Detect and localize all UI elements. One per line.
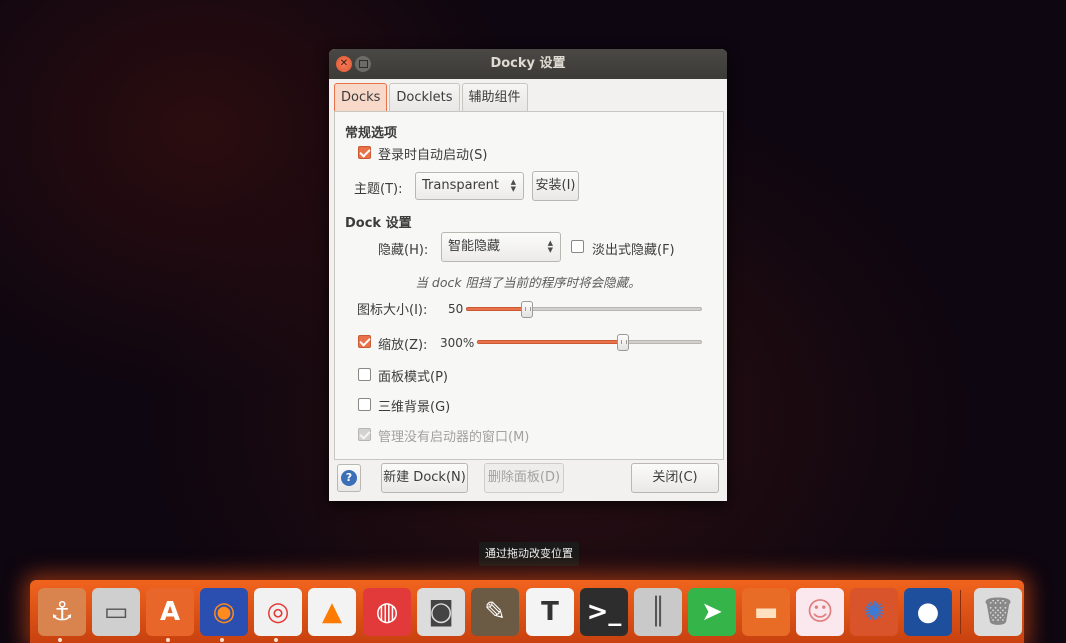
zoom-slider-handle[interactable] — [617, 334, 629, 351]
docky-dock: ⚓ ▭ A ◉ ◎ ▲ ◍ ◙ ✎ T >_ ║ ➤ ▬ ☺ ✺ ● 🗑 — [30, 580, 1024, 643]
select-arrows-icon: ▲ ▼ — [510, 178, 516, 193]
dock-vlc-icon[interactable]: ▲ — [308, 588, 356, 636]
theme-select[interactable]: Transparent ▲ ▼ — [415, 172, 524, 200]
running-indicator — [166, 638, 170, 642]
title-bar[interactable]: ✕ Docky 设置 — [329, 49, 727, 79]
3d-background-label[interactable]: 三维背景(G) — [378, 396, 450, 415]
tab-docklets[interactable]: Docklets — [389, 83, 460, 111]
hide-mode-select[interactable]: 智能隐藏 ▲ ▼ — [441, 232, 561, 262]
icon-size-slider-fill — [466, 307, 527, 311]
select-arrows-icon: ▲ ▼ — [547, 239, 553, 254]
hide-mode-select-value: 智能隐藏 — [448, 239, 501, 254]
dock-software-center-icon[interactable]: A — [146, 588, 194, 636]
dock-camera-icon[interactable]: ◙ — [417, 588, 465, 636]
dock-send-app-icon[interactable]: ➤ — [688, 588, 736, 636]
dock-folder-icon[interactable]: ▬ — [742, 588, 790, 636]
manage-windows-checkbox — [358, 428, 371, 441]
fade-hide-label[interactable]: 淡出式隐藏(F) — [592, 239, 675, 258]
new-dock-button[interactable]: 新建 Dock(N) — [381, 463, 468, 493]
dock-settings-heading: Dock 设置 — [345, 216, 412, 231]
fade-hide-checkbox[interactable] — [571, 240, 584, 253]
panel-mode-checkbox[interactable] — [358, 368, 371, 381]
dock-terminal-icon[interactable]: >_ — [580, 588, 628, 636]
dock-file-cabinet-icon[interactable]: ▭ — [92, 588, 140, 636]
dock-text-editor-icon[interactable]: T — [526, 588, 574, 636]
dock-firefox-icon[interactable]: ◉ — [200, 588, 248, 636]
3d-background-checkbox[interactable] — [358, 398, 371, 411]
dock-anime-avatar-icon[interactable]: ☺ — [796, 588, 844, 636]
hide-label: 隐藏(H): — [378, 243, 429, 258]
tab-bar: Docks Docklets 辅助组件 — [334, 83, 528, 112]
theme-select-value: Transparent — [422, 178, 499, 193]
dock-gimp-icon[interactable]: ✎ — [471, 588, 519, 636]
dock-shutter-icon[interactable]: ✺ — [850, 588, 898, 636]
dock-chrome-icon[interactable]: ◎ — [254, 588, 302, 636]
icon-size-label: 图标大小(I): — [357, 303, 428, 318]
icon-size-slider-handle[interactable] — [521, 301, 533, 318]
autostart-label[interactable]: 登录时自动启动(S) — [378, 144, 487, 163]
panel-mode-label[interactable]: 面板模式(P) — [378, 366, 448, 385]
drag-tooltip: 通过拖动改变位置 — [479, 542, 579, 566]
install-button[interactable]: 安装(I) — [532, 171, 579, 201]
zoom-value: 300% — [440, 336, 475, 350]
tab-helpers[interactable]: 辅助组件 — [461, 83, 528, 111]
running-indicator — [274, 638, 278, 642]
autostart-checkbox[interactable] — [358, 146, 371, 159]
theme-label: 主题(T): — [354, 182, 403, 197]
docky-settings-window: ✕ Docky 设置 Docks Docklets 辅助组件 常规选项 登录时自… — [329, 49, 727, 501]
zoom-slider-fill — [477, 340, 623, 344]
general-options-heading: 常规选项 — [345, 126, 398, 141]
delete-panel-button: 删除面板(D) — [484, 463, 564, 493]
tab-docks[interactable]: Docks — [334, 83, 388, 112]
manage-windows-label: 管理没有启动器的窗口(M) — [378, 430, 530, 445]
help-icon: ? — [341, 470, 357, 486]
dock-qq-icon[interactable]: ● — [904, 588, 952, 636]
icon-size-value: 50 — [448, 302, 464, 316]
dock-netease-music-icon[interactable]: ◍ — [363, 588, 411, 636]
dock-mixer-icon[interactable]: ║ — [634, 588, 682, 636]
zoom-checkbox[interactable] — [358, 335, 371, 348]
zoom-label[interactable]: 缩放(Z): — [378, 334, 427, 353]
running-indicator — [58, 638, 62, 642]
dock-docky-anchor-icon[interactable]: ⚓ — [38, 588, 86, 636]
running-indicator — [220, 638, 224, 642]
window-title: Docky 设置 — [490, 56, 566, 71]
dock-separator — [960, 590, 961, 634]
hide-hint-text: 当 dock 阻挡了当前的程序时将会隐藏。 — [415, 275, 641, 290]
dock-trash-icon[interactable]: 🗑 — [974, 588, 1022, 636]
help-button[interactable]: ? — [337, 464, 361, 492]
close-button[interactable]: 关闭(C) — [631, 463, 719, 493]
